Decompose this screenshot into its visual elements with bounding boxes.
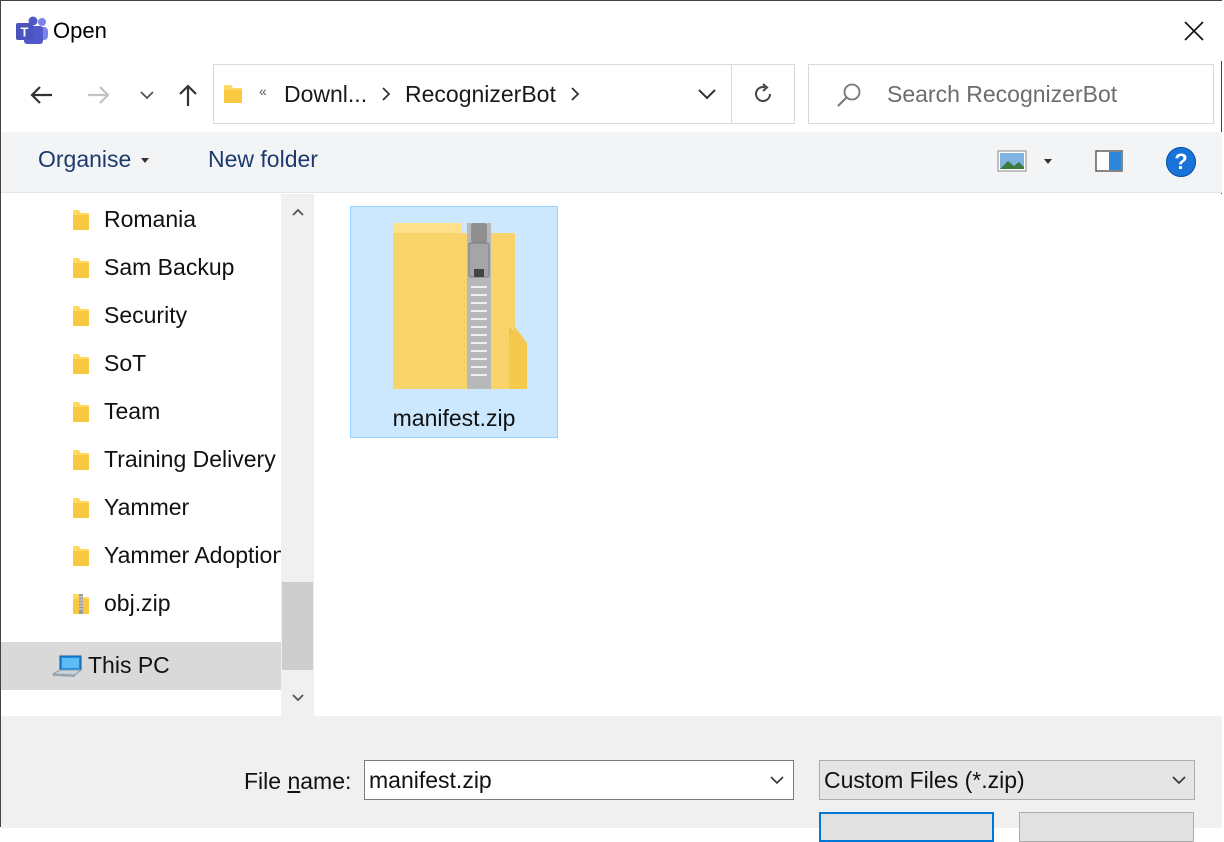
close-button[interactable] xyxy=(1165,3,1223,59)
breadcrumb-downloads[interactable]: Downl... xyxy=(284,81,367,108)
up-button[interactable] xyxy=(171,78,205,112)
back-arrow-icon xyxy=(30,86,52,104)
folder-icon xyxy=(73,498,89,518)
navigation-pane: Romania Sam Backup Security SoT Team Tra… xyxy=(1,194,281,716)
view-options-caret-icon[interactable] xyxy=(1044,159,1052,164)
file-name-label-mnemonic: n xyxy=(287,768,301,794)
nav-item-sam-backup[interactable]: Sam Backup xyxy=(1,244,281,292)
address-bar[interactable]: « Downl... RecognizerBot xyxy=(213,64,795,124)
file-name-input[interactable] xyxy=(369,765,749,795)
close-icon xyxy=(1184,21,1204,41)
scroll-down-button[interactable] xyxy=(281,680,314,716)
file-name-combobox[interactable] xyxy=(364,760,794,800)
change-view-icon[interactable] xyxy=(997,150,1027,172)
nav-item-label: SoT xyxy=(104,350,147,376)
refresh-button[interactable] xyxy=(732,65,794,123)
folder-icon xyxy=(73,210,89,230)
folder-icon xyxy=(73,402,89,422)
cancel-button[interactable] xyxy=(1019,812,1194,842)
file-type-value: Custom Files (*.zip) xyxy=(824,767,1025,793)
back-button[interactable] xyxy=(24,78,58,112)
preview-pane-icon[interactable] xyxy=(1095,150,1123,172)
title-bar: T Open xyxy=(1,1,1222,61)
new-folder-button[interactable]: New folder xyxy=(208,146,318,173)
forward-button[interactable] xyxy=(82,78,116,112)
address-history-dropdown[interactable] xyxy=(684,65,730,123)
nav-item-label: Yammer xyxy=(104,494,190,520)
organise-button[interactable]: Organise xyxy=(38,146,131,173)
nav-item-team[interactable]: Team xyxy=(1,388,281,436)
zip-folder-icon xyxy=(73,594,89,614)
nav-item-label: Team xyxy=(104,398,161,424)
file-item-manifest-zip[interactable]: manifest.zip xyxy=(350,206,558,438)
nav-item-label: obj.zip xyxy=(104,590,171,616)
forward-arrow-icon xyxy=(88,86,110,104)
scroll-up-button[interactable] xyxy=(281,194,314,230)
nav-item-yammer-adoption[interactable]: Yammer Adoption xyxy=(1,532,281,580)
folder-icon xyxy=(73,306,89,326)
breadcrumb-recognizerbot[interactable]: RecognizerBot xyxy=(405,81,556,108)
chevron-down-icon xyxy=(140,91,154,100)
chevron-right-icon[interactable] xyxy=(568,85,582,103)
file-name-label: manifest.zip xyxy=(392,405,516,431)
file-list[interactable]: manifest.zip xyxy=(317,194,1222,716)
command-toolbar: Organise New folder ? xyxy=(1,132,1222,193)
file-type-select[interactable]: Custom Files (*.zip) xyxy=(819,760,1195,800)
nav-pane-scrollbar[interactable] xyxy=(281,194,314,716)
chevron-up-icon xyxy=(291,208,304,216)
nav-item-yammer[interactable]: Yammer xyxy=(1,484,281,532)
search-input[interactable] xyxy=(887,77,1197,111)
scroll-thumb[interactable] xyxy=(282,582,313,670)
search-icon xyxy=(837,83,861,107)
up-arrow-icon xyxy=(179,84,197,106)
nav-item-romania[interactable]: Romania xyxy=(1,196,281,244)
recent-locations-button[interactable] xyxy=(130,78,164,112)
chevron-down-icon xyxy=(1172,776,1186,785)
nav-item-label: This PC xyxy=(88,652,170,678)
file-type-dropdown-button[interactable] xyxy=(1164,761,1194,799)
nav-item-sot[interactable]: SoT xyxy=(1,340,281,388)
nav-item-label: Sam Backup xyxy=(104,254,235,280)
organise-caret-icon[interactable] xyxy=(141,158,149,163)
nav-item-obj-zip[interactable]: obj.zip xyxy=(1,580,281,628)
teams-app-icon: T xyxy=(16,16,48,44)
file-name-label-part: File xyxy=(244,768,288,794)
chevron-down-icon xyxy=(770,776,784,785)
computer-icon xyxy=(51,655,83,677)
address-overflow-chevron[interactable]: « xyxy=(259,83,267,99)
folder-icon xyxy=(73,450,89,470)
open-button[interactable] xyxy=(819,812,994,842)
refresh-icon xyxy=(755,83,771,102)
file-name-dropdown-button[interactable] xyxy=(761,761,793,799)
chevron-down-icon xyxy=(698,89,716,100)
nav-item-training-delivery[interactable]: Training Delivery xyxy=(1,436,281,484)
folder-icon xyxy=(73,354,89,374)
folder-icon xyxy=(73,546,89,566)
nav-item-label: Training Delivery xyxy=(104,446,276,472)
file-name-label: File name: xyxy=(244,768,351,795)
svg-text:T: T xyxy=(21,25,29,40)
search-box[interactable] xyxy=(808,64,1214,124)
folder-icon xyxy=(224,85,242,103)
dialog-footer: File name: Custom Files (*.zip) xyxy=(1,716,1222,842)
chevron-down-icon xyxy=(291,694,304,702)
nav-item-label: Yammer Adoption xyxy=(104,542,281,568)
folder-icon xyxy=(73,258,89,278)
dialog-title: Open xyxy=(53,18,107,43)
nav-item-this-pc[interactable]: This PC xyxy=(1,642,281,690)
file-name-label-part: ame: xyxy=(300,768,352,794)
help-button[interactable]: ? xyxy=(1166,147,1196,177)
zip-folder-icon xyxy=(393,223,527,389)
chevron-right-icon[interactable] xyxy=(379,85,393,103)
nav-item-label: Security xyxy=(104,302,188,328)
nav-item-security[interactable]: Security xyxy=(1,292,281,340)
nav-item-label: Romania xyxy=(104,206,197,232)
